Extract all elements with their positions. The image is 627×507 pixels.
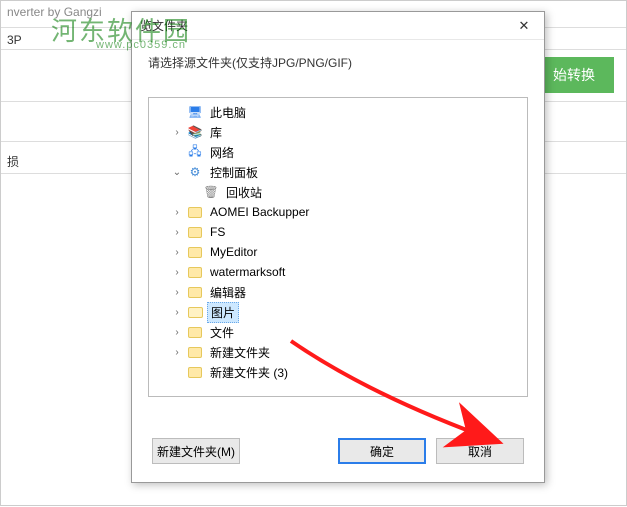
folder-tree[interactable]: 🖥此电脑›📚库🖧网络⌄⚙控制面板🗑回收站›AOMEI Backupper›FS›…: [148, 97, 528, 397]
tree-item-label: 网络: [207, 143, 237, 162]
dialog-titlebar: 览文件夹 ✕: [132, 12, 544, 40]
tree-item-label: 新建文件夹: [207, 343, 273, 362]
tree-item-label: 新建文件夹 (3): [207, 363, 291, 382]
library-icon: 📚: [187, 124, 203, 140]
tree-item-label: FS: [207, 224, 228, 240]
bg-row2: 损: [7, 153, 19, 170]
tree-item[interactable]: › 文件: [149, 322, 527, 342]
tree-item[interactable]: 新建文件夹 (3): [149, 362, 527, 382]
tree-item[interactable]: › FS: [149, 222, 527, 242]
control-panel-icon: ⚙: [187, 164, 203, 180]
pc-icon: 🖥: [187, 104, 203, 120]
expander-icon[interactable]: ›: [171, 227, 183, 238]
tree-item[interactable]: › 新建文件夹: [149, 342, 527, 362]
tree-item-label: 编辑器: [207, 283, 249, 302]
folder-icon: [187, 244, 203, 260]
folder-icon: [187, 204, 203, 220]
expander-icon[interactable]: ›: [171, 247, 183, 258]
tree-item[interactable]: › 图片: [149, 302, 527, 322]
folder-icon: [187, 284, 203, 300]
folder-icon: [187, 344, 203, 360]
tree-item[interactable]: › AOMEI Backupper: [149, 202, 527, 222]
dialog-instruction: 请选择源文件夹(仅支持JPG/PNG/GIF): [132, 40, 544, 77]
tree-item-label: 回收站: [223, 183, 265, 202]
tree-item[interactable]: › 📚库: [149, 122, 527, 142]
expander-icon[interactable]: ⌄: [171, 167, 183, 178]
tree-item[interactable]: › watermarksoft: [149, 262, 527, 282]
app-title-fragment: nverter by Gangzi: [7, 5, 102, 19]
start-convert-button[interactable]: 始转换: [534, 57, 614, 93]
new-folder-button[interactable]: 新建文件夹(M): [152, 438, 240, 464]
tree-item-label: 库: [207, 123, 225, 142]
tree-item-label: 图片: [207, 302, 239, 323]
folder-icon: [187, 324, 203, 340]
expander-icon[interactable]: ›: [171, 347, 183, 358]
folder-icon: [187, 364, 203, 380]
recycle-bin-icon: 🗑: [203, 184, 219, 200]
tree-item-label: 此电脑: [207, 103, 249, 122]
tree-item-label: 控制面板: [207, 163, 261, 182]
folder-icon: [187, 264, 203, 280]
browse-folder-dialog: 览文件夹 ✕ 请选择源文件夹(仅支持JPG/PNG/GIF) 🖥此电脑 › 📚库🖧网…: [131, 11, 545, 483]
cancel-button[interactable]: 取消: [436, 438, 524, 464]
tree-item-label: watermarksoft: [207, 264, 288, 280]
close-button[interactable]: ✕: [510, 16, 538, 36]
tree-item[interactable]: 🖧网络: [149, 142, 527, 162]
tree-item[interactable]: › MyEditor: [149, 242, 527, 262]
expander-icon[interactable]: ›: [171, 207, 183, 218]
folder-icon: [187, 224, 203, 240]
tree-item[interactable]: 🖥此电脑: [149, 102, 527, 122]
tree-item-label: 文件: [207, 323, 237, 342]
bg-row1: 3P: [7, 33, 22, 47]
expander-icon[interactable]: ›: [171, 127, 183, 138]
watermark-url: www.pc0359.cn: [96, 39, 186, 51]
expander-icon[interactable]: ›: [171, 267, 183, 278]
expander-icon[interactable]: ›: [171, 287, 183, 298]
expander-icon[interactable]: ›: [171, 327, 183, 338]
network-icon: 🖧: [187, 144, 203, 160]
expander-icon[interactable]: ›: [171, 307, 183, 318]
folder-open-icon: [187, 304, 203, 320]
tree-item[interactable]: ⌄ ⚙控制面板: [149, 162, 527, 182]
tree-item-label: AOMEI Backupper: [207, 204, 312, 220]
ok-button[interactable]: 确定: [338, 438, 426, 464]
close-icon: ✕: [519, 18, 530, 34]
tree-item-label: MyEditor: [207, 244, 260, 260]
dialog-title: 览文件夹: [140, 17, 510, 34]
tree-item[interactable]: › 编辑器: [149, 282, 527, 302]
tree-item[interactable]: 🗑回收站: [149, 182, 527, 202]
